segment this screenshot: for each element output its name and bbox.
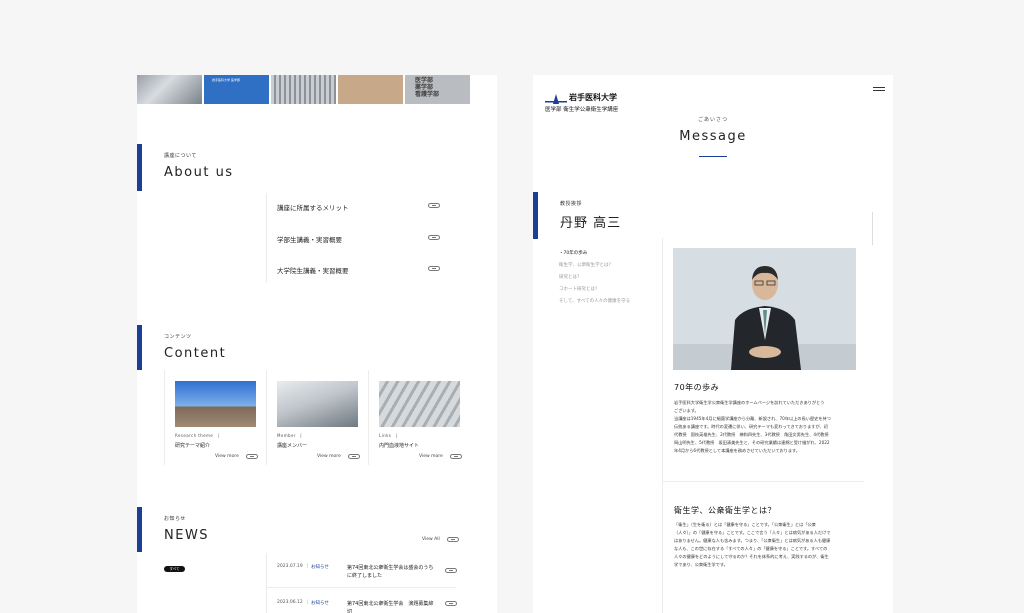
scroll-indicator[interactable]	[872, 212, 873, 245]
card-category: Member |	[277, 433, 303, 438]
section-definition-title: 衛生学、公衆衛生学とは？	[674, 506, 776, 515]
message-title: Message	[679, 129, 747, 144]
professor-portrait-photo	[673, 248, 856, 370]
news-text: 第74回東北公衆衛生学会 演題募集締切	[347, 601, 434, 613]
card-category: Links |	[379, 433, 398, 438]
arrow-pill-icon	[447, 537, 459, 542]
news-tag: お知らせ	[311, 601, 329, 606]
section-history-title: 70年の歩み	[674, 383, 720, 392]
news-date: 2023.06.12	[277, 600, 303, 605]
hamburger-menu-icon[interactable]	[873, 87, 885, 93]
arrow-pill-icon	[348, 454, 360, 459]
about-link-graduate[interactable]: 大学院生講義・実習概要	[277, 265, 447, 275]
news-view-all[interactable]: View All	[422, 537, 440, 542]
news-filter-all-badge[interactable]: すべて	[164, 566, 185, 572]
arrow-pill-icon	[246, 454, 258, 459]
about-accent-bar	[137, 144, 142, 191]
news-separator: |	[307, 600, 309, 605]
card-view-more[interactable]: View more	[419, 454, 443, 459]
message-subtitle: ごあいさつ	[697, 117, 728, 123]
toc-item-research[interactable]: 研究とは？	[559, 274, 582, 280]
hero-photo-facade	[271, 75, 336, 104]
card-photo-hall	[277, 381, 358, 427]
news-accent-bar	[137, 507, 142, 552]
about-subtitle: 講座について	[164, 153, 197, 159]
card-view-more[interactable]: View more	[215, 454, 239, 459]
card-photo-atrium	[379, 381, 460, 427]
hero-photo-sign: 岩手医科大学 医学部	[204, 75, 269, 104]
about-title: About us	[164, 165, 234, 180]
hero-sign2-text: 医学部 薬学部 看護学部	[415, 77, 440, 98]
news-separator: |	[307, 564, 309, 569]
arrow-pill-icon	[445, 601, 457, 606]
hero-photo-trees	[338, 75, 403, 104]
content-card-links[interactable]: Links | 内門血液地サイト View more	[379, 381, 463, 459]
card-title: 講座メンバー	[277, 443, 308, 449]
department-name: 医学部 衛生学公衆衛生学講座	[545, 107, 619, 113]
message-page-panel: 岩手医科大学 医学部 衛生学公衆衛生学講座 ごあいさつ Message 教授挨拶…	[533, 75, 893, 613]
section-definition-body: 「衛生」（生を衛る）とは「健康を守る」ことです。「公衆衛生」とは「公衆 （人々）…	[674, 522, 831, 567]
news-row-divider	[266, 587, 456, 588]
university-name[interactable]: 岩手医科大学	[569, 92, 617, 103]
arrow-pill-icon	[428, 235, 440, 240]
content-divider-1	[164, 370, 165, 465]
title-underline	[699, 156, 727, 157]
card-view-more[interactable]: View more	[317, 454, 341, 459]
university-logo-icon	[545, 94, 567, 104]
toc-item-health[interactable]: そして、すべての人々の健康を守る	[559, 298, 630, 304]
hero-sign-text: 岩手医科大学 医学部	[212, 78, 240, 82]
news-text: 第74回東北公衆衛生学会は盛会のうちに終了しました	[347, 565, 434, 579]
content-divider-3	[368, 370, 369, 465]
name-accent-bar	[533, 192, 538, 239]
about-divider	[266, 193, 267, 283]
hero-photo-building	[137, 75, 202, 104]
news-date: 2023.07.19	[277, 564, 303, 569]
news-tag: お知らせ	[311, 565, 329, 570]
content-card-member[interactable]: Member | 講座メンバー View more	[277, 381, 361, 459]
card-title: 内門血液地サイト	[379, 443, 420, 449]
arrow-pill-icon	[428, 266, 440, 271]
card-category: Research theme |	[175, 433, 220, 438]
content-divider-2	[266, 370, 267, 465]
content-card-research[interactable]: Research theme | 研究テーマ紹介 View more	[175, 381, 259, 459]
arrow-pill-icon	[445, 568, 457, 573]
card-photo-building	[175, 381, 256, 427]
toc-item-cohort[interactable]: コホート研究とは？	[559, 286, 600, 292]
news-divider	[266, 553, 267, 613]
professor-name: 丹野 高三	[560, 216, 622, 231]
content-divider	[662, 238, 663, 613]
section-divider	[662, 481, 864, 482]
hero-image-strip: 岩手医科大学 医学部 医学部 薬学部 看護学部	[137, 75, 470, 104]
top-page-panel: 岩手医科大学 医学部 医学部 薬学部 看護学部 講座について About us 講座…	[137, 75, 497, 613]
news-subtitle: お知らせ	[164, 516, 186, 522]
card-title: 研究テーマ紹介	[175, 443, 211, 449]
hero-photo-sign2: 医学部 薬学部 看護学部	[405, 75, 470, 104]
arrow-pill-icon	[450, 454, 462, 459]
about-link-merit[interactable]: 講座に所属するメリット	[277, 202, 447, 212]
toc-item-history[interactable]: ・70年の歩み	[559, 250, 587, 256]
section-history-body: 岩手医科大学衛生学公衆衛生学講座のホームページを訪れていただきありがとう ござい…	[674, 400, 831, 453]
professor-role: 教授挨拶	[560, 201, 583, 207]
about-link-undergrad[interactable]: 学部生講義・実習概要	[277, 234, 447, 244]
content-subtitle: コンテンツ	[164, 334, 192, 340]
content-title: Content	[164, 346, 227, 361]
content-accent-bar	[137, 325, 142, 370]
arrow-pill-icon	[428, 203, 440, 208]
toc-item-definition[interactable]: 衛生学、公衆衛生学とは？	[559, 262, 613, 268]
news-title: NEWS	[164, 528, 210, 543]
